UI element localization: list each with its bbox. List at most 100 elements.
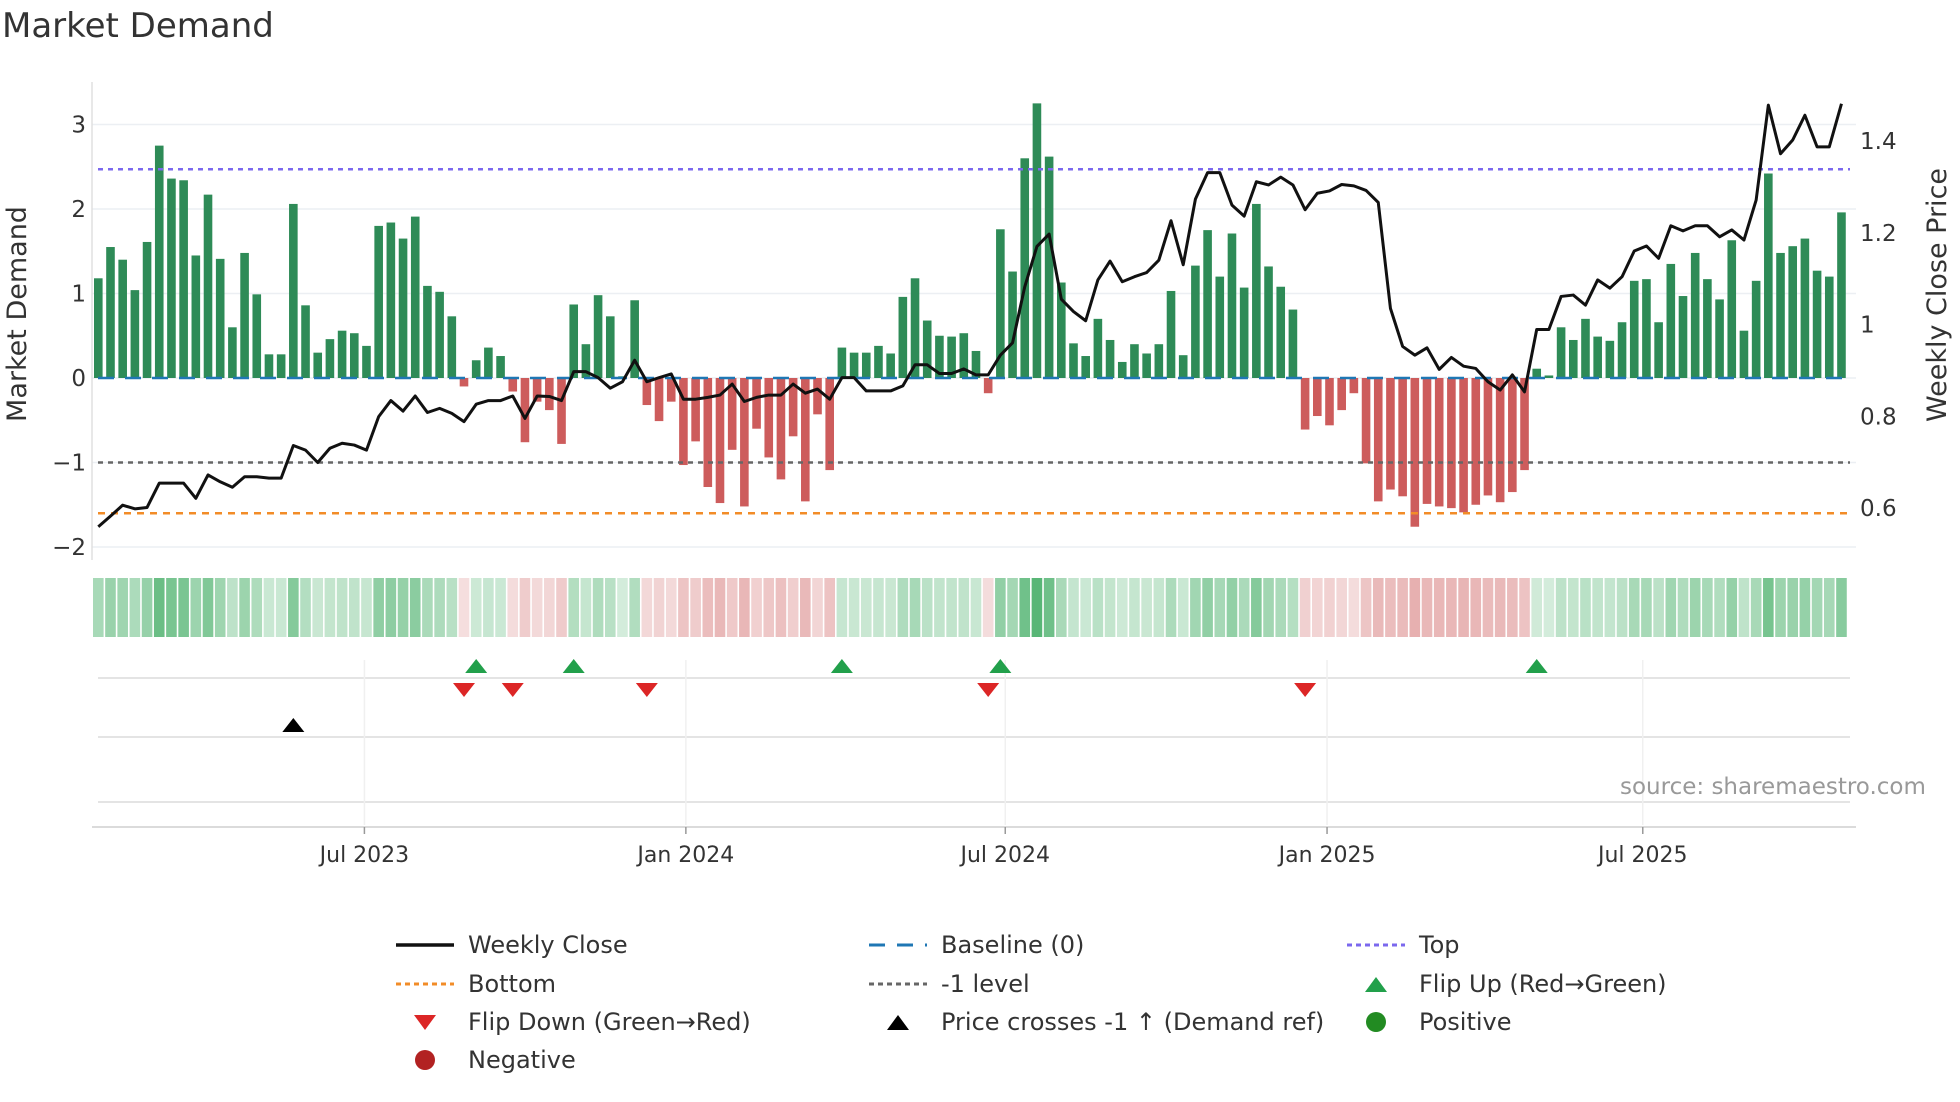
demand-bar-positive (1203, 230, 1212, 378)
demand-bar-positive (130, 290, 140, 378)
heatmap-cell (1470, 578, 1482, 637)
heatmap-cell (1153, 578, 1165, 637)
heatmap-cell (1129, 578, 1140, 637)
heatmap-cell (1763, 578, 1774, 637)
heatmap-cell (726, 578, 738, 637)
demand-bar-positive (1581, 318, 1590, 378)
demand-bar-positive (496, 356, 505, 378)
heatmap-cell (897, 578, 909, 637)
heatmap-cell (1592, 578, 1603, 637)
demand-bar-positive (471, 360, 481, 378)
heatmap-cell (824, 578, 835, 637)
demand-bar-positive (423, 285, 432, 378)
demand-bar-negative (508, 378, 518, 392)
x-tick-label: Jan 2024 (635, 843, 734, 868)
heatmap-cell (361, 578, 372, 637)
heatmap-cell (653, 578, 665, 637)
heatmap-cell (1677, 578, 1689, 637)
demand-bar-positive (886, 353, 895, 378)
x-tick-label: Jul 2024 (958, 843, 1050, 868)
heatmap-cell (190, 578, 202, 637)
demand-bar-positive (1715, 299, 1724, 378)
demand-bar-positive (1593, 336, 1602, 378)
demand-bar-positive (142, 241, 152, 378)
heatmap-cell (1458, 578, 1469, 637)
heatmap-cell (604, 578, 616, 637)
heatmap-cell (665, 578, 677, 637)
heatmap-cell (1714, 578, 1725, 637)
demand-bar-negative (1447, 378, 1456, 509)
legend-label: Positive (1419, 1008, 1512, 1036)
heatmap-cell (1726, 578, 1738, 637)
y-tick-label: 0 (71, 366, 86, 392)
demand-bar-positive (240, 252, 249, 378)
flip-down-marker (1294, 683, 1317, 697)
legend-item: Baseline (0) (869, 931, 1084, 959)
heatmap-cell (1336, 578, 1347, 637)
heatmap-cell (678, 578, 689, 637)
demand-bar-positive (1764, 173, 1773, 378)
demand-bar-negative (654, 378, 664, 422)
demand-bar-positive (605, 316, 615, 378)
demand-bar-negative (1508, 378, 1517, 493)
demand-bar-positive (1800, 238, 1810, 378)
demand-bar-positive (276, 354, 286, 378)
heatmap-cell (141, 578, 153, 637)
heatmap-cell (1446, 578, 1457, 637)
demand-bar-negative (983, 378, 993, 394)
flip-up-marker (830, 659, 853, 673)
demand-bar-positive (1044, 156, 1054, 378)
heatmap-cell (348, 578, 360, 637)
demand-bar-positive (1105, 339, 1115, 378)
heatmap-cell (1616, 578, 1628, 637)
demand-bar-positive (1093, 318, 1103, 378)
source-credit: source: sharemaestro.com (1620, 774, 1926, 800)
heatmap-cell (873, 578, 884, 637)
demand-bar-positive (1678, 296, 1688, 378)
legend-item: Negative (396, 1046, 576, 1074)
heatmap-cell (1433, 578, 1445, 637)
demand-bar-positive (874, 345, 883, 378)
y2-tick-label: 0.6 (1860, 496, 1897, 522)
flip-up-marker (989, 659, 1012, 673)
heatmap-cell (800, 578, 811, 637)
demand-bar-positive (1215, 276, 1225, 378)
flip-down-marker (635, 683, 658, 697)
demand-bar-positive (484, 347, 493, 378)
demand-bar-positive (337, 330, 347, 378)
demand-bar-negative (1325, 378, 1334, 426)
heatmap-cell (470, 578, 482, 637)
demand-bar-positive (1276, 286, 1286, 378)
heatmap-cell (1360, 578, 1372, 637)
demand-bar-positive (1142, 353, 1151, 378)
heatmap-cell (1775, 578, 1786, 637)
heatmap-cell (1567, 578, 1579, 637)
demand-bar-positive (1178, 355, 1188, 378)
demand-bar-positive (1629, 280, 1639, 378)
demand-bar-negative (459, 378, 469, 387)
y-tick-label: 2 (71, 197, 86, 223)
legend-item: Price crosses -1 ↑ (Demand ref) (869, 1008, 1324, 1036)
heatmap-cell (1689, 578, 1701, 637)
heatmap-cell (1275, 578, 1287, 637)
heatmap-cell (300, 578, 311, 637)
legend-dot-purple-icon (1347, 943, 1405, 947)
legend-dot-orange-icon (396, 982, 454, 986)
heatmap-cell (1372, 578, 1384, 637)
demand-bar-positive (374, 225, 383, 378)
legend-triangle-up-green-icon (1365, 977, 1387, 992)
flip-down-marker (453, 683, 475, 697)
heatmap-cell (690, 578, 701, 637)
heatmap-cell (1580, 578, 1591, 637)
demand-bar-positive (435, 291, 444, 378)
heatmap-cell (153, 578, 165, 637)
heatmap-cell (568, 578, 580, 637)
heatmap-cell (227, 578, 238, 637)
demand-bar-positive (922, 320, 932, 378)
heatmap-cell (763, 578, 775, 637)
legend-item: Flip Up (Red→Green) (1347, 970, 1667, 998)
heatmap-cell (739, 578, 750, 637)
demand-bar-positive (861, 352, 871, 378)
heatmap-cell (202, 578, 214, 637)
heatmap-cell (519, 578, 531, 637)
